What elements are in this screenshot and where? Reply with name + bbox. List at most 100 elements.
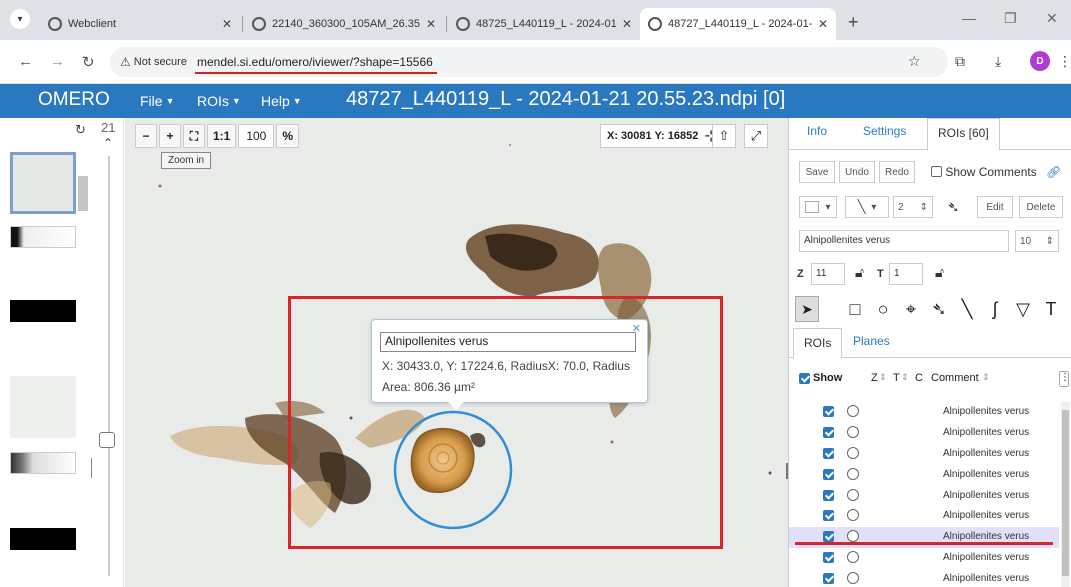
roi-list-scrollbar[interactable] <box>1061 402 1070 587</box>
fill-color-picker[interactable]: ▾ <box>799 196 837 218</box>
browser-tab-webclient[interactable]: Webclient ✕ <box>40 8 240 40</box>
fullscreen-icon[interactable]: ⤢ <box>744 124 768 148</box>
row-visible-checkbox[interactable] <box>823 489 834 501</box>
show-comments-checkbox[interactable] <box>931 166 942 177</box>
column-comment[interactable]: Comment <box>931 372 979 384</box>
warning-triangle-icon[interactable]: ⚠ <box>120 55 131 69</box>
row-visible-checkbox[interactable] <box>823 406 834 417</box>
row-radio[interactable] <box>847 551 859 564</box>
zoom-out-button[interactable]: − <box>135 124 157 148</box>
zoom-fit-button[interactable]: ⛶ <box>183 124 205 148</box>
save-button[interactable]: Save <box>799 161 835 183</box>
thumbnail[interactable] <box>10 226 76 248</box>
sort-icon[interactable]: ⇕ <box>879 372 887 383</box>
close-tab-icon[interactable]: ✕ <box>622 17 632 31</box>
thumbnail[interactable] <box>10 452 76 474</box>
row-radio[interactable] <box>847 405 859 417</box>
table-row[interactable]: Alnipollenites verus <box>789 465 1059 486</box>
stroke-color-picker[interactable]: ╲ ▾ <box>845 196 889 218</box>
sort-icon[interactable]: ⇕ <box>901 372 909 383</box>
thumbnail[interactable] <box>10 376 76 438</box>
row-visible-checkbox[interactable] <box>823 447 834 459</box>
show-all-checkbox[interactable] <box>799 373 810 384</box>
table-row[interactable]: Alnipollenites verus <box>789 548 1059 569</box>
sort-icon[interactable]: ⇕ <box>982 372 990 383</box>
row-visible-checkbox[interactable] <box>823 531 834 543</box>
point-tool-icon[interactable]: ⌖ <box>897 299 925 320</box>
pointer-tool-icon[interactable]: ➤ <box>795 296 819 322</box>
close-window-icon[interactable]: ✕ <box>1046 10 1058 27</box>
stroke-width-stepper[interactable]: 2 ⇕ <box>893 196 933 218</box>
edit-button[interactable]: Edit <box>977 196 1013 218</box>
reload-icon[interactable]: ↻ <box>82 53 95 71</box>
row-visible-checkbox[interactable] <box>823 510 834 522</box>
unlock-z-icon[interactable]: 🔓︎ <box>855 264 864 281</box>
comment-input[interactable]: Alnipollenites verus <box>799 230 1009 252</box>
profile-avatar[interactable]: D <box>1030 51 1050 71</box>
scrollbar-thumb[interactable] <box>1062 410 1069 576</box>
restore-icon[interactable]: ❐ <box>1004 10 1017 27</box>
column-t[interactable]: T <box>893 372 900 384</box>
thumbnail[interactable] <box>10 300 76 322</box>
t-input[interactable]: 1 <box>889 263 923 285</box>
z-input[interactable]: 11 <box>811 263 845 285</box>
select-arrow-icon[interactable]: ➴ <box>947 198 960 216</box>
table-row[interactable]: Alnipollenites verus <box>789 569 1059 587</box>
chevron-up-icon[interactable]: ⌃ <box>103 136 113 150</box>
subtab-rois[interactable]: ROIs <box>793 328 843 359</box>
row-visible-checkbox[interactable] <box>823 468 834 480</box>
row-radio[interactable] <box>847 467 859 480</box>
back-arrow-icon[interactable]: ← <box>18 53 33 70</box>
row-radio[interactable] <box>847 446 859 459</box>
image-viewer[interactable]: − + ⛶ 1:1 100 % Zoom in X: 30081 Y: 1685… <box>125 118 788 587</box>
column-z[interactable]: Z <box>871 372 878 384</box>
tab-search-icon[interactable]: ▾ <box>10 9 30 29</box>
line-tool-icon[interactable]: ╲ <box>953 299 981 320</box>
subtab-planes[interactable]: Planes <box>853 334 890 348</box>
row-radio[interactable] <box>847 530 859 543</box>
unlock-t-icon[interactable]: 🔓︎ <box>935 264 944 281</box>
row-visible-checkbox[interactable] <box>823 552 834 564</box>
redo-button[interactable]: Redo <box>879 161 915 183</box>
z-slider-handle[interactable] <box>99 432 115 448</box>
close-tab-icon[interactable]: ✕ <box>426 17 436 31</box>
refresh-thumbnails-icon[interactable]: ↻ <box>75 122 86 138</box>
polyline-tool-icon[interactable]: ʃ <box>981 299 1009 320</box>
delete-button[interactable]: Delete <box>1019 196 1063 218</box>
new-tab-button[interactable]: + <box>848 12 859 33</box>
font-size-stepper[interactable]: 10 ⇕ <box>1015 230 1059 252</box>
roi-name-input[interactable]: Alnipollenites verus <box>380 332 636 352</box>
browser-tab-48725[interactable]: 48725_L440119_L - 2024-01-21 ✕ <box>448 8 640 40</box>
table-row[interactable]: Alnipollenites verus <box>789 444 1059 465</box>
browser-tab-22140[interactable]: 22140_360300_105AM_26.35_2 ✕ <box>244 8 444 40</box>
column-show[interactable]: Show <box>813 372 842 384</box>
row-radio[interactable] <box>847 509 859 522</box>
table-row-selected[interactable]: Alnipollenites verus <box>789 527 1059 549</box>
zoom-in-button[interactable]: + <box>159 124 181 148</box>
forward-arrow-icon[interactable]: → <box>50 53 65 70</box>
rois-menu[interactable]: ROIs ▼ <box>197 93 241 109</box>
share-icon[interactable]: ⇧ <box>712 124 736 148</box>
tab-rois[interactable]: ROIs [60] <box>927 118 1000 151</box>
minimize-icon[interactable]: — <box>962 10 976 26</box>
table-row[interactable]: Alnipollenites verus <box>789 423 1059 444</box>
close-popup-icon[interactable]: ✕ <box>632 322 641 335</box>
close-tab-icon[interactable]: ✕ <box>818 17 828 31</box>
tab-info[interactable]: Info <box>807 124 827 138</box>
help-menu[interactable]: Help ▼ <box>261 93 302 109</box>
z-slider-track[interactable] <box>108 156 110 576</box>
thumbnail-scrollbar[interactable] <box>78 176 88 211</box>
extensions-icon[interactable]: ⧉ <box>955 53 965 70</box>
ellipse-tool-icon[interactable]: ○ <box>869 299 897 320</box>
zoom-value-input[interactable]: 100 <box>238 124 275 148</box>
show-comments-toggle[interactable]: Show Comments 🔗︎ <box>931 165 1061 179</box>
table-row[interactable]: Alnipollenites verus <box>789 506 1059 527</box>
text-tool-icon[interactable]: T <box>1037 299 1065 320</box>
row-radio[interactable] <box>847 488 859 501</box>
omero-logo[interactable]: OMERO <box>38 89 110 111</box>
table-row[interactable]: Alnipollenites verus <box>789 486 1059 507</box>
more-menu-icon[interactable]: ⋮ <box>1058 53 1071 70</box>
column-c[interactable]: C <box>915 372 923 384</box>
close-tab-icon[interactable]: ✕ <box>222 17 232 31</box>
rectangle-tool-icon[interactable]: □ <box>841 299 869 320</box>
